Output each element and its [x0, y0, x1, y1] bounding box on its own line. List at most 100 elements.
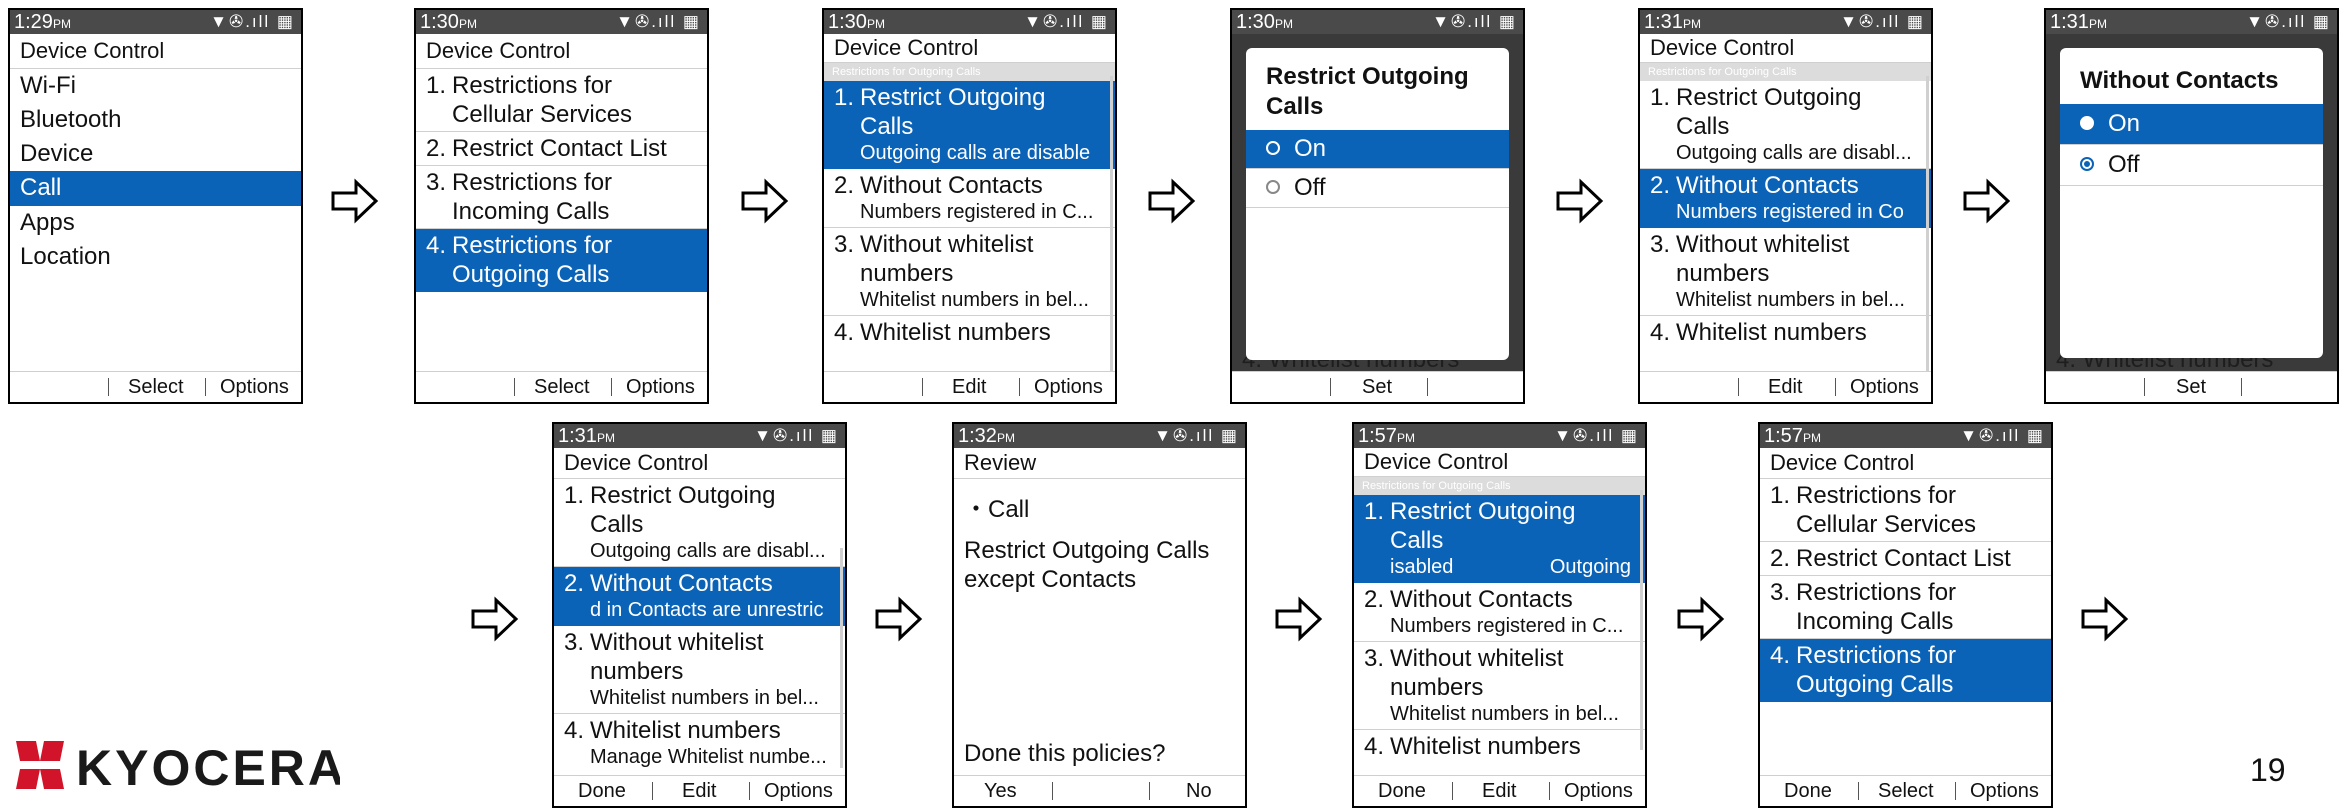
select-softkey[interactable]: Select: [1878, 776, 1934, 806]
list-item[interactable]: 4. Restrictions for Outgoing Calls: [1760, 639, 2051, 702]
options-softkey[interactable]: Options: [220, 372, 289, 402]
phone-screen-10: 1:57PM ▼✇.ıll ▦ Device Control 1. Restric…: [1758, 422, 2053, 808]
edit-softkey[interactable]: Edit: [952, 372, 986, 402]
option-label: Off: [1294, 174, 1326, 201]
item-number: 2.: [1770, 545, 1791, 572]
select-softkey[interactable]: Select: [534, 372, 590, 402]
item-description: Numbers registered in C...: [1390, 615, 1624, 637]
select-softkey[interactable]: Select: [128, 372, 184, 402]
menu-item-device[interactable]: Device: [10, 137, 301, 171]
clock-ampm: PM: [52, 17, 71, 31]
item-label-cont: numbers: [590, 658, 684, 685]
item-label: Restrict Outgoing: [590, 482, 776, 509]
list-item[interactable]: 3. Without whitelist numbers Whitelist numb…: [1354, 642, 1645, 730]
menu-item-apps[interactable]: Apps: [10, 206, 301, 240]
item-number: 1.: [1650, 84, 1671, 111]
item-label: Restrictions for: [452, 232, 613, 259]
menu-item-wifi[interactable]: Wi-Fi: [10, 69, 301, 103]
list-item[interactable]: 1. Restrict Outgoing Calls Outgoing calls a…: [1640, 81, 1931, 169]
list-item[interactable]: 2. Without Contacts d in Contacts are unre…: [554, 567, 845, 626]
phone-screen-6: 1:31PM ▼✇.ıll ▦ 4. Whitelist numbers Wit…: [2044, 8, 2339, 404]
set-softkey[interactable]: Set: [2176, 372, 2206, 402]
list-item[interactable]: 1. Restrict Outgoing Calls isabled Outgoing: [1354, 495, 1645, 583]
edit-softkey[interactable]: Edit: [1768, 372, 1802, 402]
settings-list: 1. Restrict Outgoing Calls isabled Outgoing …: [1354, 495, 1645, 763]
item-description: Whitelist numbers in bel...: [590, 687, 819, 709]
softkey-bar: Edit Options: [824, 371, 1115, 402]
item-number: 2.: [1650, 172, 1671, 199]
option-on[interactable]: On: [1246, 130, 1509, 169]
review-policy-line: Restrict Outgoing Calls: [964, 537, 1210, 564]
clock: 1:31: [2050, 11, 2089, 33]
list-item[interactable]: 3. Without whitelist numbers Whitelist numb…: [824, 228, 1115, 316]
list-item[interactable]: 2. Without Contacts Numbers registered in …: [1640, 169, 1931, 228]
list-item[interactable]: 4. Whitelist numbers: [824, 316, 1115, 349]
item-number: 1.: [564, 482, 585, 509]
review-category: ・Call: [964, 496, 1030, 523]
item-label-cont: Calls: [590, 511, 644, 538]
done-softkey[interactable]: Done: [1378, 776, 1426, 806]
edit-softkey[interactable]: Edit: [682, 776, 716, 806]
option-on[interactable]: On: [2060, 104, 2323, 145]
yes-softkey[interactable]: Yes: [984, 776, 1017, 806]
list-item[interactable]: 1. Restrictions for Cellular Services: [416, 69, 707, 132]
list-item[interactable]: 2. Without Contacts Numbers registered in …: [824, 169, 1115, 228]
option-off[interactable]: Off: [1246, 169, 1509, 208]
options-softkey[interactable]: Options: [1970, 776, 2039, 806]
clock: 1:29: [14, 11, 53, 33]
no-softkey[interactable]: No: [1186, 776, 1212, 806]
options-softkey[interactable]: Options: [1850, 372, 1919, 402]
list-item[interactable]: 1. Restrictions for Cellular Services: [1760, 479, 2051, 542]
status-bar: 1:57PM ▼✇.ıll ▦: [1354, 424, 1645, 448]
item-label-cont: numbers: [860, 260, 954, 287]
scrollbar[interactable]: [1926, 76, 1929, 376]
list-item[interactable]: 4. Whitelist numbers: [1640, 316, 1931, 349]
scrollbar[interactable]: [840, 548, 843, 768]
list-item[interactable]: 2. Restrict Contact List: [416, 132, 707, 166]
scrollbar[interactable]: [1110, 76, 1113, 376]
clock-ampm: PM: [1802, 431, 1821, 445]
item-number: 4.: [1650, 319, 1671, 346]
done-softkey[interactable]: Done: [578, 776, 626, 806]
list-item[interactable]: 4. Whitelist numbers Manage Whitelist numb…: [554, 714, 845, 772]
softkey-divider: [652, 782, 653, 800]
option-off[interactable]: Off: [2060, 145, 2323, 186]
settings-list: 1. Restrict Outgoing Calls Outgoing calls a…: [824, 81, 1115, 349]
list-item[interactable]: 4. Whitelist numbers: [1354, 730, 1645, 763]
options-softkey[interactable]: Options: [1564, 776, 1633, 806]
item-label-cont: Calls: [1390, 527, 1444, 554]
menu-item-bluetooth[interactable]: Bluetooth: [10, 103, 301, 137]
list-item[interactable]: 3. Restrictions for Incoming Calls: [416, 166, 707, 229]
item-label: Without whitelist: [590, 629, 764, 656]
list-item[interactable]: 3. Without whitelist numbers Whitelist numb…: [554, 626, 845, 714]
item-label: Whitelist numbers: [860, 319, 1051, 346]
softkey-divider: [749, 782, 750, 800]
options-softkey[interactable]: Options: [764, 776, 833, 806]
menu-item-call[interactable]: Call: [10, 171, 301, 206]
phone-screen-2: 1:30PM ▼✇.ıll ▦ Device Control 1. Restric…: [414, 8, 709, 404]
list-item[interactable]: 2. Restrict Contact List: [1760, 542, 2051, 576]
list-item[interactable]: 3. Without whitelist numbers Whitelist numb…: [1640, 228, 1931, 316]
list-item[interactable]: 1. Restrict Outgoing Calls Outgoing calls a…: [824, 81, 1115, 169]
list-item[interactable]: 1. Restrict Outgoing Calls Outgoing calls a…: [554, 479, 845, 567]
section-subheader: Restrictions for Outgoing Calls: [1640, 63, 1931, 81]
phone-screen-4: 1:30PM ▼✇.ıll ▦ 4. Whitelist numbers Res…: [1230, 8, 1525, 404]
list-item[interactable]: 2. Without Contacts Numbers registered in …: [1354, 583, 1645, 642]
item-description: Outgoing calls are disabl...: [1676, 142, 1912, 164]
list-item[interactable]: 4. Restrictions for Outgoing Calls: [416, 229, 707, 292]
edit-softkey[interactable]: Edit: [1482, 776, 1516, 806]
options-softkey[interactable]: Options: [626, 372, 695, 402]
done-softkey[interactable]: Done: [1784, 776, 1832, 806]
list-item[interactable]: 3. Restrictions for Incoming Calls: [1760, 576, 2051, 639]
arrow-right-icon: [875, 596, 923, 642]
scrollbar[interactable]: [1640, 490, 1643, 750]
item-label: Whitelist numbers: [1676, 319, 1867, 346]
item-label-cont: Incoming Calls: [452, 198, 610, 225]
item-number: 1.: [834, 84, 855, 111]
menu-item-location[interactable]: Location: [10, 240, 301, 274]
item-number: 2.: [564, 570, 585, 597]
clock: 1:30: [1236, 11, 1275, 33]
set-softkey[interactable]: Set: [1362, 372, 1392, 402]
clock: 1:32: [958, 425, 997, 447]
options-softkey[interactable]: Options: [1034, 372, 1103, 402]
